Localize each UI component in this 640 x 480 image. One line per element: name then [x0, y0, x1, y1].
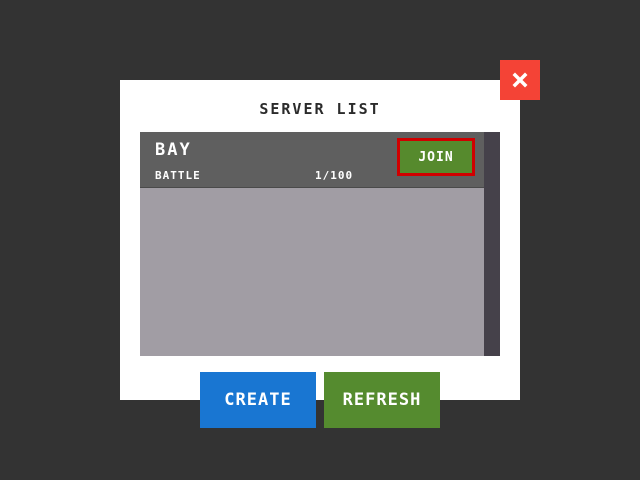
close-icon: [512, 72, 528, 88]
refresh-button[interactable]: REFRESH: [324, 372, 440, 428]
server-player-count: 1/100: [315, 169, 354, 182]
server-row[interactable]: BAY BATTLE 1/100 JOIN: [140, 132, 484, 188]
server-mode: BATTLE: [155, 169, 201, 182]
close-button[interactable]: [500, 60, 540, 100]
scrollbar[interactable]: [484, 132, 500, 356]
server-list-dialog: SERVER LIST BAY BATTLE 1/100 JOIN: [120, 80, 520, 400]
server-name: BAY: [155, 140, 192, 160]
dialog-title: SERVER LIST: [259, 100, 381, 118]
create-button[interactable]: CREATE: [200, 372, 316, 428]
join-button[interactable]: JOIN: [397, 138, 475, 176]
server-list-panel: BAY BATTLE 1/100 JOIN: [140, 132, 500, 356]
